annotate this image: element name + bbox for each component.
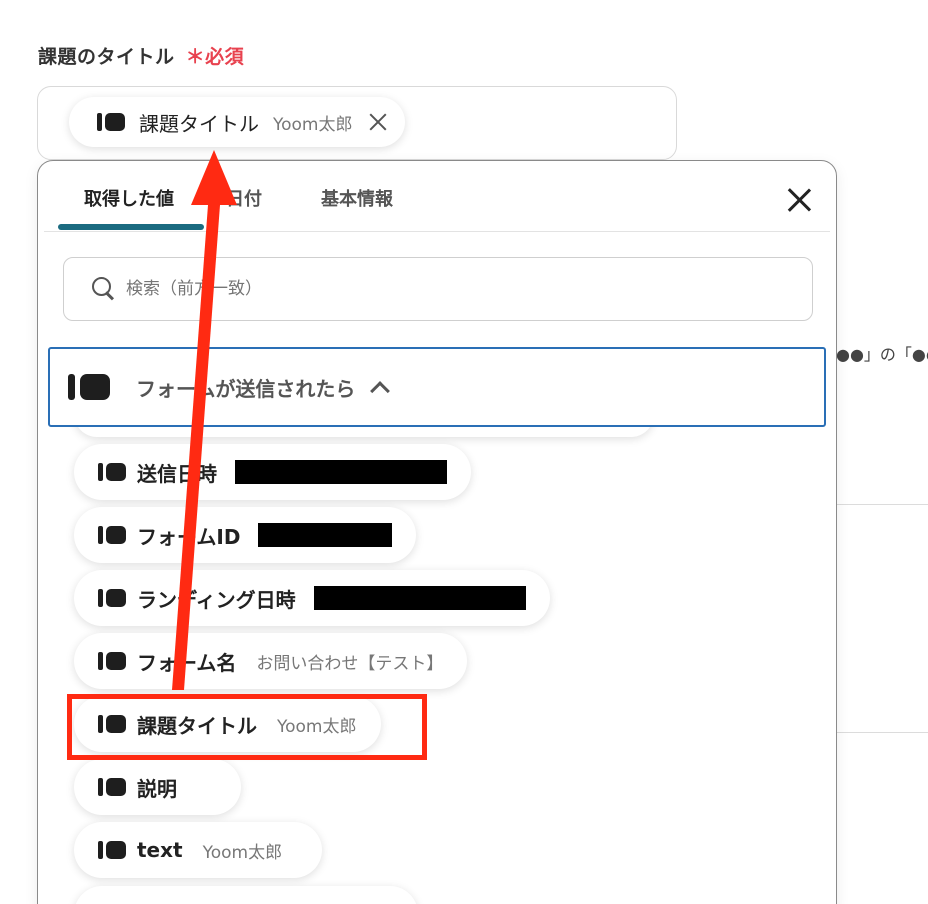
search-icon [92,277,116,301]
item-value: お問い合わせ【テスト】 [256,653,444,674]
field-label: 課題のタイトル ＊必須 [38,42,244,69]
tag-icon [97,113,125,131]
list-item-form-id[interactable]: フォームID [74,507,417,563]
redacted-value [235,460,447,484]
item-label: ランディング日時 [137,587,296,612]
chip-value: Yoom太郎 [273,114,353,135]
field-label-text: 課題のタイトル [38,46,175,68]
redacted-value [313,586,526,610]
search-input[interactable] [126,279,726,299]
close-icon[interactable] [367,111,389,133]
tag-icon [98,841,126,859]
item-label: text [137,838,183,862]
chevron-up-icon[interactable] [370,381,391,401]
tab-bar: 取得した値 日付 基本情報 [38,161,836,233]
list-item-sent-datetime[interactable]: 送信日時 [74,444,471,500]
close-icon[interactable] [786,187,812,213]
selected-value-chip[interactable]: 課題タイトル Yoom太郎 [69,97,405,147]
tag-icon [68,374,110,400]
item-value: Yoom太郎 [202,842,283,863]
search-box[interactable] [63,257,813,321]
tag-icon [98,526,126,544]
section-title: フォームが送信されたら [136,376,356,401]
item-label: フォームID [137,524,241,549]
tag-icon [98,589,126,607]
list-item-form-name[interactable]: フォーム名 お問い合わせ【テスト】 [74,633,468,689]
item-label: 説明 [137,776,177,801]
tag-icon [98,652,126,670]
tab-retrieved-values[interactable]: 取得した値 [84,185,174,211]
list-item-description[interactable]: 説明 [74,759,241,815]
list-item-landing-datetime[interactable]: ランディング日時 [74,570,550,626]
title-input-field[interactable]: 課題タイトル Yoom太郎 [37,86,677,160]
list-item[interactable] [74,886,418,904]
value-picker-popup: 取得した値 日付 基本情報 フォームが送信されたら 送信日時 フォームID ラン… [37,160,837,904]
required-text: 必須 [205,46,245,68]
background-snippet: ●●」の「●● [836,345,928,364]
tag-icon [98,778,126,796]
tabs-divider [44,231,830,232]
item-label: 送信日時 [137,461,217,486]
background-divider [836,504,928,505]
active-tab-indicator [58,224,204,230]
required-mark: ＊必須 [185,46,245,68]
tag-icon [98,463,126,481]
background-divider [836,732,928,733]
tab-basic-info[interactable]: 基本情報 [321,185,393,211]
list-item-text[interactable]: text Yoom太郎 [74,822,323,878]
section-header-form-submitted[interactable]: フォームが送信されたら [48,347,826,427]
chip-label: 課題タイトル [139,111,259,136]
item-label: フォーム名 [137,650,237,675]
redacted-value [258,523,393,547]
tab-date[interactable]: 日付 [226,185,262,211]
annotation-highlight-box [67,694,427,760]
